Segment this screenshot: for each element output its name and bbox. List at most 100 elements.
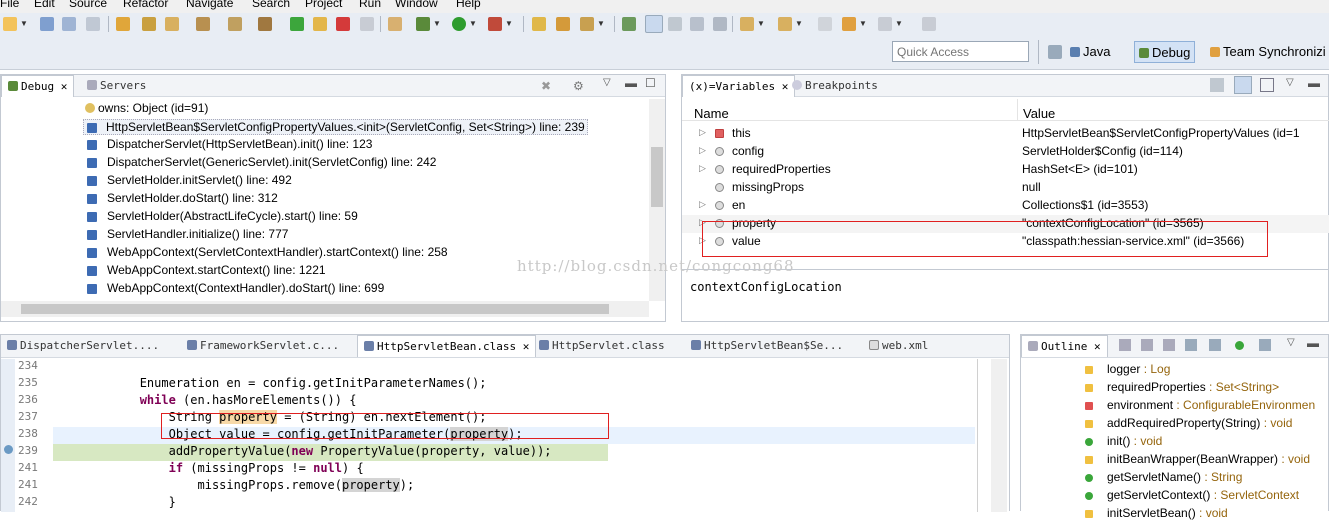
highlight-icon[interactable] xyxy=(645,15,663,33)
show-logical-structure-icon[interactable] xyxy=(1234,76,1252,94)
view-menu-icon[interactable]: ▽ xyxy=(603,77,611,88)
column-name-header[interactable]: Name xyxy=(694,106,729,121)
tab-breakpoints[interactable]: Breakpoints xyxy=(786,75,884,97)
open-resource-icon[interactable] xyxy=(556,17,570,31)
hide-static-icon[interactable] xyxy=(1163,339,1175,351)
toggle-mark-icon[interactable] xyxy=(165,17,179,31)
refresh-icon[interactable] xyxy=(228,17,242,31)
code-line[interactable] xyxy=(53,359,975,376)
resume-icon[interactable] xyxy=(290,17,304,31)
perspective-debug[interactable]: Debug xyxy=(1134,41,1196,63)
code-line[interactable]: Enumeration en = config.getInitParameter… xyxy=(53,376,975,393)
list-item[interactable]: DispatcherServlet(GenericServlet).init(S… xyxy=(87,155,436,169)
list-item[interactable]: WebAppContext.startContext() line: 1221 xyxy=(87,263,326,277)
close-icon[interactable]: ✕ xyxy=(1094,340,1101,353)
search-icon[interactable] xyxy=(580,17,594,31)
menu-search[interactable]: Search xyxy=(252,0,290,10)
open-perspective-icon[interactable] xyxy=(1048,45,1062,59)
perspective-java[interactable]: Java xyxy=(1066,41,1114,63)
detail-pane[interactable]: contextConfigLocation xyxy=(690,280,842,294)
refactor-icon[interactable] xyxy=(142,17,156,31)
step-icon[interactable] xyxy=(196,17,210,31)
pin-icon[interactable] xyxy=(922,17,936,31)
list-item[interactable]: WebAppContext(ContextHandler).doStart() … xyxy=(87,281,384,295)
view-menu-icon[interactable]: ▽ xyxy=(1286,77,1294,88)
outline-item[interactable]: addRequiredProperty(String) : void xyxy=(1085,416,1292,430)
list-item[interactable]: ServletHolder.doStart() line: 312 xyxy=(87,191,278,205)
expand-icon[interactable]: ▷ xyxy=(699,163,706,174)
list-item[interactable]: ServletHolder(AbstractLifeCycle).start()… xyxy=(87,209,358,223)
perspective-team-sync[interactable]: Team Synchronizi xyxy=(1206,41,1329,63)
tab-outline[interactable]: Outline ✕ xyxy=(1021,335,1108,357)
show-type-names-icon[interactable] xyxy=(1210,78,1224,92)
code-line[interactable]: if (missingProps != null) { xyxy=(53,461,975,478)
minimize-icon[interactable]: ▬ xyxy=(1307,336,1319,350)
tab-http-servlet[interactable]: HttpServlet.class xyxy=(533,335,671,357)
menu-help[interactable]: Help xyxy=(456,0,481,10)
code-line[interactable]: missingProps.remove(property); xyxy=(53,478,975,495)
sort-icon[interactable] xyxy=(1119,339,1131,351)
outline-item[interactable]: getServletName() : String xyxy=(1085,470,1242,484)
menu-refactor[interactable]: Refactor xyxy=(123,0,168,10)
scrollbar-thumb[interactable] xyxy=(21,304,609,314)
horizontal-scrollbar[interactable] xyxy=(1,301,649,317)
new-icon[interactable] xyxy=(3,17,17,31)
list-item[interactable]: owns: Object (id=91) xyxy=(85,101,208,115)
outline-item[interactable]: logger : Log xyxy=(1085,362,1170,376)
menu-project[interactable]: Project xyxy=(305,0,342,10)
forward-icon[interactable] xyxy=(878,17,892,31)
run-icon[interactable] xyxy=(452,17,466,31)
menu-file[interactable]: File xyxy=(0,0,19,10)
collapse-all-icon[interactable] xyxy=(1260,78,1274,92)
table-row[interactable]: ▷ this HttpServletBean$ServletConfigProper… xyxy=(682,125,1329,143)
menu-source[interactable]: Source xyxy=(69,0,107,10)
chevron-down-icon[interactable]: ▼ xyxy=(795,19,803,28)
link-icon[interactable] xyxy=(668,17,682,31)
list-item-selected[interactable]: HttpServletBean$ServletConfigPropertyVal… xyxy=(83,119,588,135)
scrollbar-thumb[interactable] xyxy=(651,147,663,207)
close-icon[interactable]: ✕ xyxy=(61,80,68,93)
menu-window[interactable]: Window xyxy=(395,0,438,10)
remove-all-terminated-icon[interactable]: ✖ xyxy=(541,79,551,93)
chevron-down-icon[interactable]: ▼ xyxy=(469,19,477,28)
outline-item[interactable]: getServletContext() : ServletContext xyxy=(1085,488,1299,502)
chevron-down-icon[interactable]: ▼ xyxy=(597,19,605,28)
outline-item[interactable]: environment : ConfigurableEnvironmen xyxy=(1085,398,1315,412)
prev-annotation-icon[interactable] xyxy=(778,17,792,31)
hide-fields-icon[interactable] xyxy=(1141,339,1153,351)
chevron-down-icon[interactable]: ▼ xyxy=(895,19,903,28)
tab-web-xml[interactable]: web.xml xyxy=(863,335,934,357)
save-icon[interactable] xyxy=(40,17,54,31)
back-icon[interactable] xyxy=(842,17,856,31)
block-select-icon[interactable] xyxy=(690,17,704,31)
disconnect-icon[interactable] xyxy=(360,17,374,31)
table-row[interactable]: missingProps null xyxy=(682,179,1329,197)
tab-variables[interactable]: (x)=Variables ✕ xyxy=(682,75,796,97)
menu-navigate[interactable]: Navigate xyxy=(186,0,233,10)
open-type-icon[interactable] xyxy=(532,17,546,31)
column-value-header[interactable]: Value xyxy=(1023,106,1055,121)
outline-item[interactable]: initBeanWrapper(BeanWrapper) : void xyxy=(1085,452,1310,466)
whitespace-icon[interactable] xyxy=(713,17,727,31)
view-menu-icon[interactable]: ▽ xyxy=(1287,337,1295,348)
chevron-down-icon[interactable]: ▼ xyxy=(20,19,28,28)
column-divider[interactable] xyxy=(1017,99,1018,121)
tab-servers[interactable]: Servers xyxy=(81,75,152,97)
tab-framework-servlet[interactable]: FrameworkServlet.c... xyxy=(181,335,345,357)
hide-nonpublic-icon[interactable] xyxy=(1185,339,1197,351)
tab-debug[interactable]: Debug ✕ xyxy=(1,75,75,97)
outline-item[interactable]: requiredProperties : Set<String> xyxy=(1085,380,1279,394)
minimize-icon[interactable]: ▬ xyxy=(625,76,637,90)
chevron-down-icon[interactable]: ▼ xyxy=(859,19,867,28)
menu-edit[interactable]: Edit xyxy=(34,0,55,10)
outline-item[interactable]: init() : void xyxy=(1085,434,1162,448)
expand-icon[interactable]: ▷ xyxy=(699,127,706,138)
debug-tool-icon[interactable] xyxy=(258,17,272,31)
external-tools-icon[interactable] xyxy=(488,17,502,31)
public-member-icon[interactable] xyxy=(1235,341,1244,350)
table-row[interactable]: ▷ en Collections$1 (id=3553) xyxy=(682,197,1329,215)
menu-run[interactable]: Run xyxy=(359,0,381,10)
tab-http-servlet-bean[interactable]: HttpServletBean.class ✕ xyxy=(357,335,537,357)
view-options-icon[interactable]: ⚙ xyxy=(573,79,584,93)
debug-run-icon[interactable] xyxy=(416,17,430,31)
